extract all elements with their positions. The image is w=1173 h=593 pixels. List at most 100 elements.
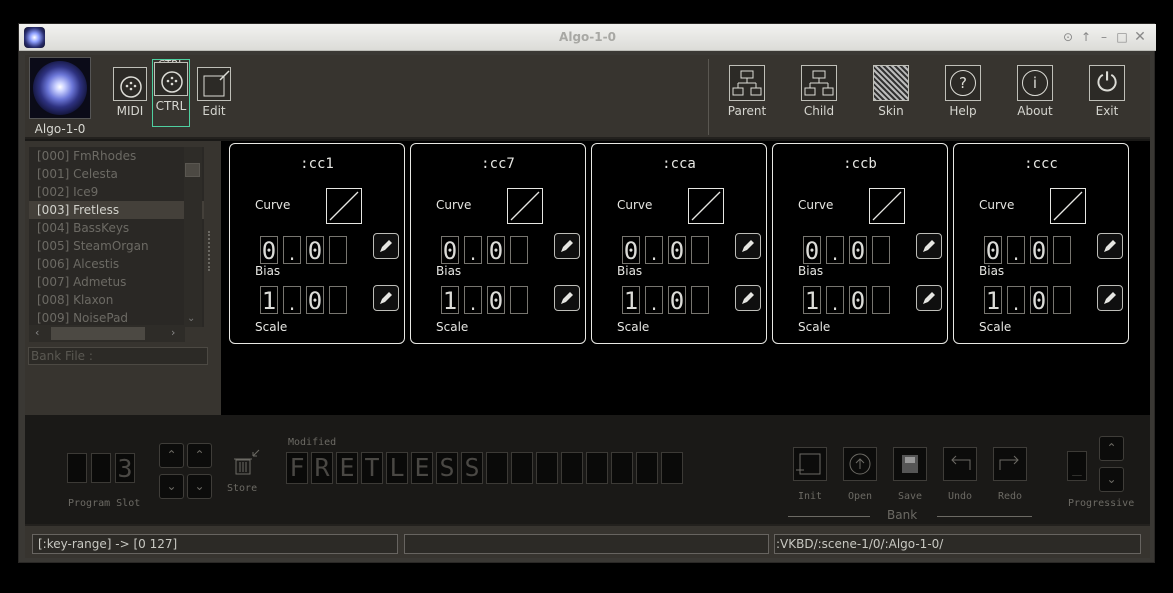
tool-ctrl-button[interactable]: CTRLCTRL: [152, 59, 190, 127]
bias-display[interactable]: 0.0: [622, 236, 712, 266]
program-name-char[interactable]: [661, 452, 683, 484]
tool-help-button[interactable]: ? Help: [938, 65, 988, 118]
edit-bias-button[interactable]: [373, 233, 399, 259]
slot-fast-up-button[interactable]: ⌃: [159, 443, 184, 468]
program-list-scrollbar[interactable]: ⌄: [184, 147, 202, 327]
store-button[interactable]: [231, 448, 261, 478]
tool-child-button[interactable]: Child: [794, 65, 844, 118]
program-list-item[interactable]: [006] Alcestis: [29, 255, 204, 273]
tool-exit-button[interactable]: ⏻ Exit: [1082, 65, 1132, 118]
slot-fast-down-button[interactable]: ⌄: [159, 474, 184, 499]
scale-display[interactable]: 1.0: [803, 286, 893, 316]
program-name-char[interactable]: R: [311, 452, 333, 484]
bank-save-button[interactable]: [893, 447, 927, 481]
edit-scale-button[interactable]: [735, 285, 761, 311]
bias-display[interactable]: 0.0: [803, 236, 893, 266]
scale-digit: .: [1007, 286, 1025, 315]
minimize-icon[interactable]: –: [1097, 29, 1111, 45]
program-list-hscrollbar[interactable]: ‹ ›: [29, 325, 185, 342]
tool-label: Edit: [202, 104, 226, 118]
program-list-item[interactable]: [000] FmRhodes: [29, 147, 204, 165]
edit-scale-button[interactable]: [554, 285, 580, 311]
tool-edit-button[interactable]: Edit: [195, 59, 233, 118]
program-name-char[interactable]: T: [361, 452, 383, 484]
scroll-left-icon[interactable]: ‹: [35, 326, 39, 339]
curve-button[interactable]: [326, 188, 362, 224]
program-list-item[interactable]: [007] Admetus: [29, 273, 204, 291]
program-name-char[interactable]: [636, 452, 658, 484]
program-name-char[interactable]: [561, 452, 583, 484]
logo[interactable]: [29, 57, 91, 119]
main-window: Algo-1-0 ⊙ ↑ – □ ✕ Algo-1-0 MIDI CTRLCTRL…: [18, 23, 1156, 563]
progressive-up-button[interactable]: ⌃: [1099, 436, 1124, 461]
edit-window-icon: [197, 67, 231, 101]
slot-down-button[interactable]: ⌄: [187, 474, 212, 499]
scrollbar-thumb[interactable]: [185, 163, 200, 177]
curve-button[interactable]: [688, 188, 724, 224]
raise-icon[interactable]: ↑: [1079, 29, 1093, 45]
scale-display[interactable]: 1.0: [441, 286, 531, 316]
program-list-item[interactable]: [003] Fretless: [29, 201, 204, 219]
scale-digit: [329, 286, 347, 314]
program-name-char[interactable]: [536, 452, 558, 484]
program-list-item[interactable]: [008] Klaxon: [29, 291, 204, 309]
program-name-char[interactable]: F: [286, 452, 308, 484]
progressive-down-button[interactable]: ⌄: [1099, 467, 1124, 492]
bias-digit: 0: [803, 236, 821, 265]
scroll-down-icon[interactable]: ⌄: [187, 313, 195, 324]
edit-scale-button[interactable]: [373, 285, 399, 311]
slot-up-button[interactable]: ⌃: [187, 443, 212, 468]
pin-icon[interactable]: ⊙: [1061, 29, 1075, 45]
bank-init-button[interactable]: [793, 447, 827, 481]
bias-digit: 0: [984, 236, 1002, 265]
bias-label: Bias: [979, 264, 1005, 278]
edit-bias-button[interactable]: [1097, 233, 1123, 259]
edit-scale-button[interactable]: [916, 285, 942, 311]
scroll-right-icon[interactable]: ›: [171, 326, 175, 339]
curve-button[interactable]: [1050, 188, 1086, 224]
tool-about-button[interactable]: i About: [1010, 65, 1060, 118]
splitter-handle[interactable]: [208, 231, 211, 271]
curve-button[interactable]: [869, 188, 905, 224]
maximize-icon[interactable]: □: [1115, 29, 1129, 45]
program-name-char[interactable]: L: [386, 452, 408, 484]
program-name-char[interactable]: [511, 452, 533, 484]
bank-undo-button[interactable]: [943, 447, 977, 481]
program-list-item[interactable]: [005] SteamOrgan: [29, 237, 204, 255]
edit-bias-button[interactable]: [735, 233, 761, 259]
bank-redo-button[interactable]: [993, 447, 1027, 481]
tool-midi-button[interactable]: MIDI: [111, 59, 149, 118]
edit-scale-button[interactable]: [1097, 285, 1123, 311]
tool-skin-button[interactable]: Skin: [866, 65, 916, 118]
pencil-icon: [561, 240, 573, 252]
program-name-char[interactable]: S: [461, 452, 483, 484]
program-name-char[interactable]: S: [436, 452, 458, 484]
title-bar[interactable]: Algo-1-0 ⊙ ↑ – □ ✕: [19, 24, 1156, 51]
scale-display[interactable]: 1.0: [622, 286, 712, 316]
tool-parent-button[interactable]: Parent: [722, 65, 772, 118]
program-list-item[interactable]: [004] BassKeys: [29, 219, 204, 237]
bias-display[interactable]: 0.0: [260, 236, 350, 266]
scale-display[interactable]: 1.0: [260, 286, 350, 316]
bias-display[interactable]: 0.0: [441, 236, 531, 266]
program-name-char[interactable]: E: [411, 452, 433, 484]
bias-display[interactable]: 0.0: [984, 236, 1074, 266]
program-list[interactable]: [000] FmRhodes [001] Celesta [002] Ice9 [00…: [29, 147, 204, 327]
edit-bias-button[interactable]: [554, 233, 580, 259]
edit-bias-button[interactable]: [916, 233, 942, 259]
program-list-item[interactable]: [002] Ice9: [29, 183, 204, 201]
scale-digit: 0: [1030, 286, 1048, 315]
program-name-char[interactable]: E: [336, 452, 358, 484]
hscrollbar-thumb[interactable]: [51, 327, 145, 340]
curve-label: Curve: [798, 198, 834, 212]
program-list-item[interactable]: [001] Celesta: [29, 165, 204, 183]
scale-display[interactable]: 1.0: [984, 286, 1074, 316]
scale-digit: 1: [622, 286, 640, 315]
close-icon[interactable]: ✕: [1133, 29, 1147, 45]
linear-curve-icon: [872, 191, 902, 221]
bank-open-button[interactable]: [843, 447, 877, 481]
curve-button[interactable]: [507, 188, 543, 224]
program-name-char[interactable]: [586, 452, 608, 484]
program-name-char[interactable]: [611, 452, 633, 484]
program-name-char[interactable]: [486, 452, 508, 484]
